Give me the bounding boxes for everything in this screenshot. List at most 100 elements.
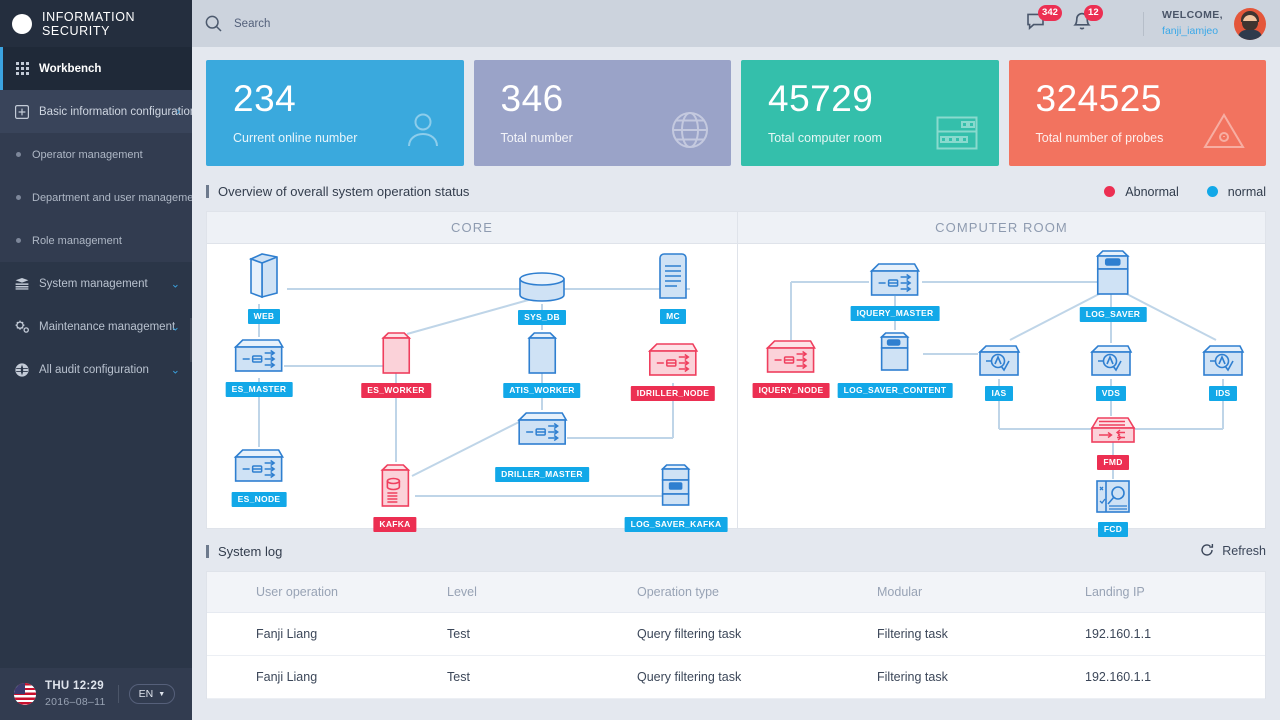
chevron-down-icon: ⌄ — [171, 277, 180, 290]
header-actions: 342 12 WELCOME, fanji_iamjeo — [1027, 8, 1280, 40]
system-log-header: System log Refresh — [192, 531, 1280, 571]
legend-item-normal: normal — [1207, 185, 1266, 199]
refresh-button[interactable]: Refresh — [1200, 543, 1266, 560]
language-selector[interactable]: EN ▼ — [129, 684, 176, 704]
avatar[interactable] — [1234, 8, 1266, 40]
node-log-saver[interactable]: LOG_SAVER — [1080, 248, 1147, 322]
sidebar-footer: THU 12:29 2016–08–11 EN ▼ — [0, 668, 192, 720]
stat-card-total-computer-room[interactable]: 45729 Total computer room — [741, 60, 999, 166]
node-sys-db[interactable]: SYS_DB — [518, 271, 566, 325]
node-label: WEB — [248, 309, 281, 324]
chevron-right-icon: › — [176, 106, 180, 118]
status-dot-abnormal — [1104, 186, 1115, 197]
circle-logo-icon — [12, 14, 32, 34]
stat-card-current-online-number[interactable]: 234 Current online number — [206, 60, 464, 166]
database-icon — [518, 271, 566, 308]
system-log-title: System log — [218, 544, 282, 559]
sidebar-item-all-audit-configuration[interactable]: All audit configuration ⌄ — [0, 348, 192, 391]
column-header-user-operation[interactable]: User operation — [207, 572, 447, 613]
stat-card-total-number[interactable]: 346 Total number — [474, 60, 732, 166]
column-header-level[interactable]: Level — [447, 572, 637, 613]
sidebar-subitem-label: Department and user management — [32, 192, 203, 204]
node-kafka[interactable]: KAFKA — [373, 462, 416, 532]
node-log-saver-kafka[interactable]: LOG_SAVER_KAFKA — [625, 462, 728, 532]
status-dot-normal — [1207, 186, 1218, 197]
overview-header: Overview of overall system operation sta… — [192, 172, 1280, 211]
table-row[interactable]: Fanji Liang Test Query filtering task Fi… — [207, 613, 1265, 656]
cabinet-icon — [380, 330, 412, 381]
sidebar: INFORMATION SECURITY Workbench Basic inf… — [0, 0, 192, 720]
grid-icon — [14, 61, 30, 77]
system-log-table: User operation Level Operation type Modu… — [206, 571, 1266, 699]
tower-icon — [1096, 248, 1130, 305]
divider — [1143, 12, 1144, 36]
legend: Abnormal normal — [1104, 185, 1266, 199]
sidebar-item-operator-management[interactable]: Operator management — [0, 133, 192, 176]
node-es-worker[interactable]: ES_WORKER — [361, 330, 431, 398]
search-icon — [205, 15, 222, 32]
node-mc[interactable]: MC — [658, 252, 688, 324]
legend-label: Abnormal — [1125, 185, 1179, 199]
refresh-label: Refresh — [1222, 544, 1266, 558]
core-canvas: WEB SYS_DB — [207, 244, 737, 529]
sidebar-item-basic-information-configuration[interactable]: Basic information configuration › — [0, 90, 192, 133]
cell-landing-ip: 192.160.1.1 — [1085, 613, 1265, 656]
column-header-landing-ip[interactable]: Landing IP — [1085, 572, 1265, 613]
cabinet-icon — [526, 330, 558, 381]
title-accent-bar — [206, 185, 209, 198]
node-label: FCD — [1098, 522, 1128, 537]
node-label: LOG_SAVER_CONTENT — [838, 383, 953, 398]
table-row[interactable]: Fanji Liang Test Query filtering task Fi… — [207, 656, 1265, 699]
sidebar-item-label: System management — [39, 278, 148, 290]
node-label: ATIS_WORKER — [503, 383, 580, 398]
sidebar-item-system-management[interactable]: System management ⌄ — [0, 262, 192, 305]
node-label: IQUERY_NODE — [753, 383, 830, 398]
sidebar-item-workbench[interactable]: Workbench — [0, 47, 192, 90]
stat-card-total-number-of-probes[interactable]: 324525 Total number of probes — [1009, 60, 1267, 166]
node-iquery-master[interactable]: IQUERY_MASTER — [851, 261, 940, 321]
node-label: VDS — [1096, 386, 1126, 401]
us-flag-icon — [14, 683, 36, 705]
clock-date: 2016–08–11 — [45, 695, 106, 709]
node-label: IQUERY_MASTER — [851, 306, 940, 321]
column-header-operation-type[interactable]: Operation type — [637, 572, 877, 613]
layers-icon — [14, 276, 30, 292]
node-label: IAS — [985, 386, 1012, 401]
sidebar-item-maintenance-management[interactable]: Maintenance management ⌄ — [0, 305, 192, 348]
sidebar-item-role-management[interactable]: Role management — [0, 219, 192, 262]
node-ias[interactable]: IAS — [976, 343, 1022, 401]
sidebar-item-label: Basic information configuration — [39, 106, 196, 118]
node-web[interactable]: WEB — [246, 252, 282, 324]
username-link[interactable]: fanji_iamjeo — [1162, 24, 1223, 39]
node-atis-worker[interactable]: ATIS_WORKER — [503, 330, 580, 398]
welcome-label: WELCOME, — [1162, 8, 1223, 23]
cell-operation-type: Query filtering task — [637, 656, 877, 699]
gears-icon — [14, 319, 30, 335]
tower-icon — [661, 462, 691, 515]
node-es-master[interactable]: ES_MASTER — [226, 337, 293, 397]
node-ids[interactable]: IDS — [1200, 343, 1246, 401]
sidebar-item-department-and-user-management[interactable]: Department and user management — [0, 176, 192, 219]
sidebar-subitem-label: Operator management — [32, 149, 143, 161]
node-idriller-node[interactable]: IDRILLER_NODE — [631, 341, 715, 401]
brand-header[interactable]: INFORMATION SECURITY — [0, 0, 192, 47]
node-fmd[interactable]: FMD — [1088, 416, 1138, 470]
node-iquery-node[interactable]: IQUERY_NODE — [753, 338, 830, 398]
alerts-button[interactable]: 12 — [1073, 12, 1091, 36]
bullet-icon — [16, 195, 21, 200]
column-header-modular[interactable]: Modular — [877, 572, 1085, 613]
plus-square-icon — [14, 104, 30, 120]
node-label: ES_WORKER — [361, 383, 431, 398]
messages-button[interactable]: 342 — [1027, 12, 1047, 36]
sidebar-subnav: Operator management Department and user … — [0, 133, 192, 262]
node-log-saver-content[interactable]: LOG_SAVER_CONTENT — [838, 330, 953, 398]
topology-diagram: CORE — [206, 211, 1266, 529]
node-driller-master[interactable]: DRILLER_MASTER — [495, 410, 589, 482]
search-input[interactable]: Search — [205, 15, 270, 32]
node-vds[interactable]: VDS — [1088, 343, 1134, 401]
node-es-node[interactable]: ES_NODE — [232, 447, 287, 507]
bullet-icon — [16, 152, 21, 157]
chevron-down-icon: ⌄ — [171, 363, 180, 376]
page-title: Overview of overall system operation sta… — [218, 184, 469, 199]
node-fcd[interactable]: FCD — [1094, 479, 1132, 537]
